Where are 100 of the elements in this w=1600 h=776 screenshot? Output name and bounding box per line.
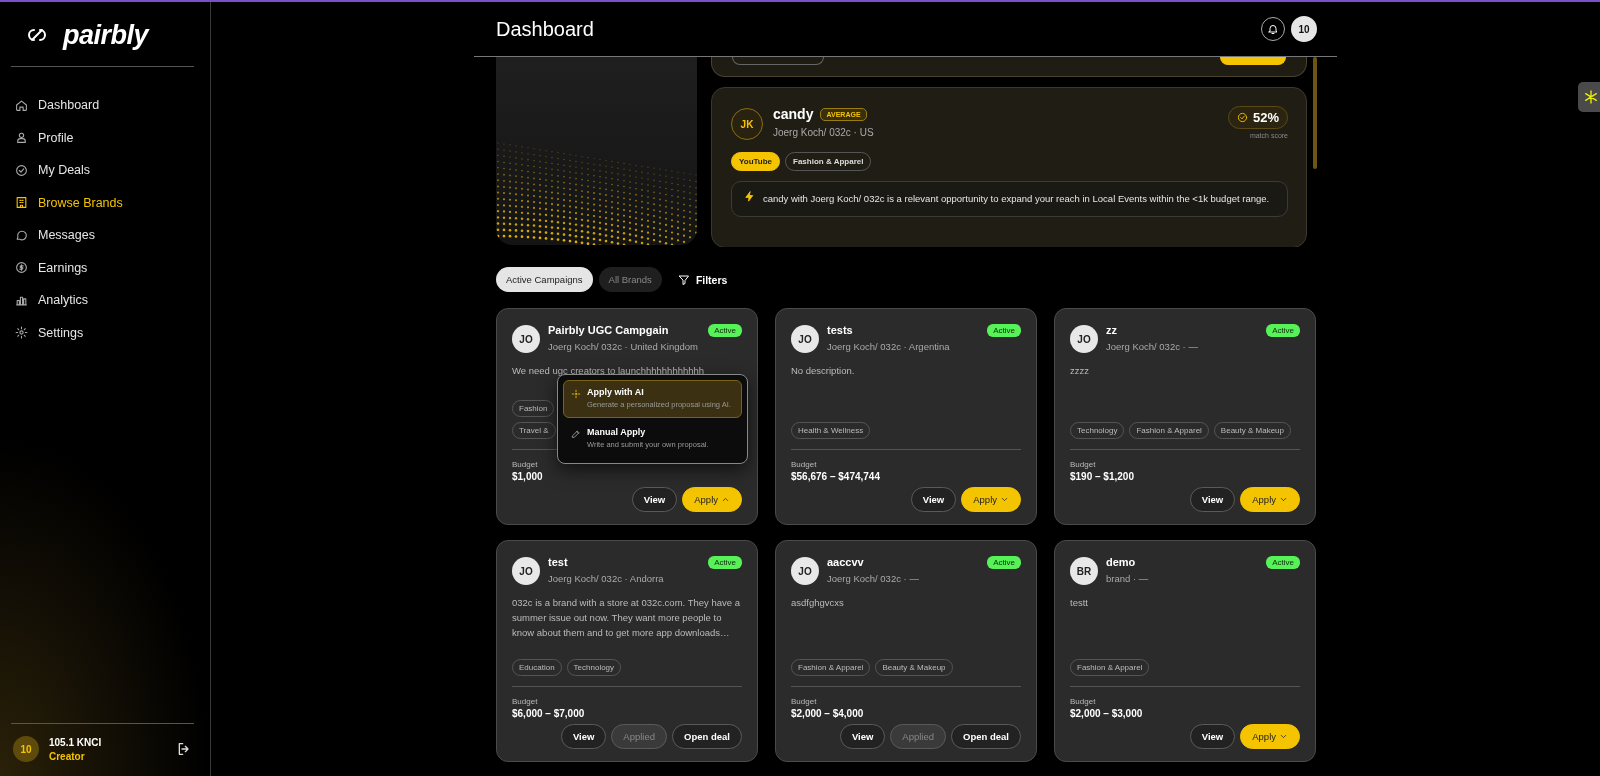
chevron-down-icon (1279, 495, 1288, 504)
filter-tab[interactable]: Active Campaigns (496, 267, 593, 292)
nav-item[interactable]: Profile (11, 124, 194, 151)
dollar-circle-icon (15, 261, 28, 274)
nav-item[interactable]: Dashboard (11, 92, 194, 118)
match-score: 52% (1252, 110, 1279, 125)
apply-button[interactable]: Apply (1240, 487, 1300, 512)
campaign-description: asdfghgvcxs (791, 596, 845, 610)
budget-label: Budget (1070, 697, 1097, 706)
brand-meta: Joerg Koch/ 032c · — (1106, 341, 1199, 352)
menu-item-title: Apply with AI (587, 387, 645, 397)
campaign-description: We need ugc creators to launchhhhhhhhhhhh (512, 364, 706, 378)
widget-button[interactable] (1578, 82, 1600, 112)
user-avatar: 10 (13, 736, 39, 762)
chevron-down-icon (1279, 732, 1288, 741)
edit-icon (571, 429, 581, 439)
budget-amount: $1,000 (512, 471, 544, 482)
budget-amount: $190 – $1,200 (1070, 471, 1135, 482)
campaign-description: testt (1070, 596, 1089, 610)
notifications-button[interactable] (1261, 17, 1285, 41)
applied-button: Applied (611, 724, 668, 749)
campaign-description: zzzz (1070, 364, 1090, 378)
user-role: Creator (49, 750, 86, 762)
budget-label: Budget (1070, 460, 1097, 469)
filter-tab[interactable]: All Brands (598, 267, 662, 292)
nav-item[interactable]: Earnings (11, 254, 194, 281)
person-icon (15, 131, 28, 144)
campaign-title: zz (1106, 324, 1118, 336)
check-circle-icon (1236, 112, 1248, 123)
brand-meta: brand · — (1106, 573, 1150, 584)
building-icon (15, 196, 28, 209)
campaign-description: No description. (791, 364, 856, 378)
applied-button: Applied (890, 724, 947, 749)
menu-item-title: Manual Apply (587, 427, 647, 437)
chat-icon (15, 228, 28, 242)
scrollbar-thumb[interactable] (1313, 57, 1317, 169)
nav-item[interactable]: Analytics (11, 287, 194, 313)
bell-icon (1267, 23, 1279, 35)
status-badge: Active (987, 324, 1021, 337)
campaign-title: tests (827, 324, 854, 336)
status-badge: Active (708, 556, 742, 569)
brand-meta: Joerg Koch/ 032c · — (827, 573, 920, 584)
avatar-button[interactable]: 10 (1291, 16, 1317, 42)
brand-meta: Joerg Koch/ 032c · Argentina (827, 341, 951, 352)
filters-button[interactable]: Filters (667, 269, 738, 290)
campaign-description: 032c is a brand with a store at 032c.com. They have a summer issue out now. They want more people to know about them and to get more app downloads… (512, 596, 741, 640)
sparkle-icon (571, 389, 581, 399)
campaign-title: demo (1106, 556, 1137, 568)
open-deal-button[interactable]: Open deal (951, 724, 1021, 749)
brand-avatar: JO (512, 557, 540, 585)
apply-button[interactable]: Apply (1240, 724, 1300, 749)
user-name: 105.1 KNCI (49, 736, 103, 748)
campaign-title: candy (773, 106, 814, 122)
view-button[interactable]: View (631, 487, 678, 512)
brand-avatar: JO (512, 325, 540, 353)
brand-avatar: JK (731, 108, 763, 140)
check-circle-icon (15, 163, 28, 177)
brand-avatar: JO (791, 557, 819, 585)
brand-meta: Joerg Koch/ 032c · Andorra (548, 573, 665, 584)
budget-label: Budget (791, 697, 818, 706)
budget-label: Budget (512, 697, 539, 706)
view-button[interactable]: View (910, 487, 957, 512)
page-title: Dashboard (496, 17, 594, 41)
apply-button[interactable]: Apply (961, 487, 1021, 512)
chevron-down-icon (1000, 495, 1009, 504)
status-badge: Active (708, 324, 742, 337)
pill-button[interactable] (1220, 57, 1286, 65)
nav-item[interactable]: Settings (11, 319, 194, 346)
campaign-title: Pairbly UGC Campgain (548, 324, 670, 336)
nav-item[interactable]: Messages (11, 222, 194, 248)
status-badge: Active (1266, 556, 1300, 569)
platform-tag: YouTube (731, 152, 781, 171)
brand-meta: Joerg Koch/ 032c · United Kingdom (548, 341, 699, 352)
lightning-icon (744, 191, 755, 202)
budget-amount: $2,000 – $4,000 (791, 708, 865, 719)
status-badge: Active (987, 556, 1021, 569)
campaign-title: aaccvv (827, 556, 865, 568)
brand-avatar: JO (1070, 325, 1098, 353)
asterisk-icon (1583, 89, 1599, 105)
gear-icon (15, 326, 28, 339)
view-button[interactable]: View (839, 724, 886, 749)
campaign-title: test (548, 556, 569, 568)
filter-icon (677, 273, 690, 286)
nav-item[interactable]: Browse Brands (11, 189, 194, 216)
brand-meta: Joerg Koch/ 032c · US (773, 127, 875, 138)
view-button[interactable]: View (1189, 487, 1236, 512)
view-button[interactable]: View (1189, 724, 1236, 749)
budget-amount: $56,676 – $474,744 (791, 471, 881, 482)
budget-amount: $2,000 – $3,000 (1070, 708, 1144, 719)
budget-amount: $6,000 – $7,000 (512, 708, 586, 719)
apply-button[interactable]: Apply (682, 487, 742, 512)
status-badge: Active (1266, 324, 1300, 337)
logo-text: pairbly (63, 19, 149, 51)
open-deal-button[interactable]: Open deal (672, 724, 742, 749)
nav-item[interactable]: My Deals (11, 157, 194, 183)
chevron-up-icon (721, 495, 730, 504)
budget-label: Budget (791, 460, 818, 469)
brand-avatar: JO (791, 325, 819, 353)
budget-label: Budget (512, 460, 539, 469)
view-button[interactable]: View (560, 724, 607, 749)
